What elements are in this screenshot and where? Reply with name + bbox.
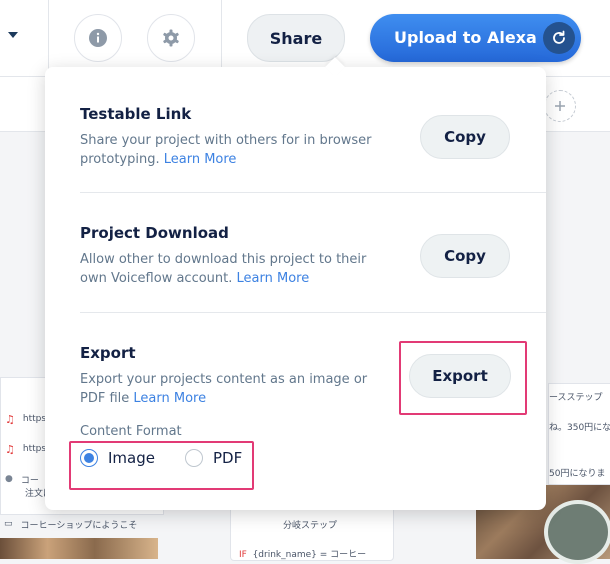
learn-more-link[interactable]: Learn More xyxy=(133,391,206,406)
export-description: Export your projects content as an image… xyxy=(80,372,368,406)
coffee-cup-image xyxy=(544,500,610,564)
divider xyxy=(80,312,546,313)
block-text: 50円になりま xyxy=(549,468,606,479)
add-button[interactable] xyxy=(544,90,576,122)
info-button[interactable] xyxy=(74,14,122,62)
export-section: Export Export your projects content as a… xyxy=(80,344,380,408)
settings-button[interactable] xyxy=(147,14,195,62)
branch-condition: IF {drink_name} = コーヒー xyxy=(239,550,367,560)
share-button[interactable]: Share xyxy=(247,14,345,62)
top-bar: Share Upload to Alexa xyxy=(0,0,610,77)
content-format-label: Content Format xyxy=(80,424,182,439)
export-title: Export xyxy=(80,344,136,362)
divider xyxy=(48,0,49,76)
music-note-icon: ♫ xyxy=(5,442,15,456)
radio-pdf[interactable] xyxy=(184,449,203,467)
share-popover: Testable Link Share your project with ot… xyxy=(45,57,546,510)
testable-link-title: Testable Link xyxy=(80,105,192,123)
divider xyxy=(80,192,546,193)
block-text: ね。350円になり xyxy=(549,422,610,433)
branch-step-card[interactable]: 分岐ステップ IF {drink_name} = コーヒー xyxy=(230,503,394,561)
radio-pdf-label[interactable]: PDF xyxy=(213,449,242,467)
chevron-down-icon[interactable] xyxy=(8,32,18,38)
speak-icon: ● xyxy=(5,474,13,484)
block-text: https xyxy=(22,414,47,424)
music-note-icon: ♫ xyxy=(5,412,15,426)
export-button[interactable]: Export xyxy=(409,354,511,398)
upload-label: Upload to Alexa xyxy=(394,28,537,47)
block-text: https xyxy=(22,444,47,454)
copy-project-download-button[interactable]: Copy xyxy=(420,234,510,278)
learn-more-link[interactable]: Learn More xyxy=(164,152,237,167)
coffee-shop-image xyxy=(0,538,158,559)
refresh-icon[interactable] xyxy=(543,22,575,54)
branch-step-title: 分岐ステップ xyxy=(283,521,338,531)
monitor-icon: ▭ xyxy=(4,519,13,529)
radio-image[interactable] xyxy=(80,449,98,467)
testable-link-description: Share your project with others for in br… xyxy=(80,133,372,167)
gear-icon xyxy=(163,29,179,47)
project-download-description: Allow other to download this project to … xyxy=(80,252,367,286)
copy-testable-link-button[interactable]: Copy xyxy=(420,115,510,159)
testable-link-section: Testable Link Share your project with ot… xyxy=(80,105,380,169)
project-download-section: Project Download Allow other to download… xyxy=(80,224,380,288)
upload-to-alexa-button[interactable]: Upload to Alexa xyxy=(370,14,581,62)
canvas-block-right[interactable]: ースステップ ね。350円になり 50円になりま xyxy=(548,383,610,485)
block-text: ースステップ xyxy=(549,392,603,403)
radio-image-label[interactable]: Image xyxy=(108,449,155,467)
info-icon xyxy=(89,29,107,47)
learn-more-link[interactable]: Learn More xyxy=(237,271,310,286)
plus-icon xyxy=(555,101,565,111)
content-format-radio-group: Image PDF xyxy=(80,449,242,467)
divider xyxy=(221,0,222,76)
project-download-title: Project Download xyxy=(80,224,229,242)
block-header: ▭ コーヒーショップにようこそ xyxy=(4,519,138,531)
